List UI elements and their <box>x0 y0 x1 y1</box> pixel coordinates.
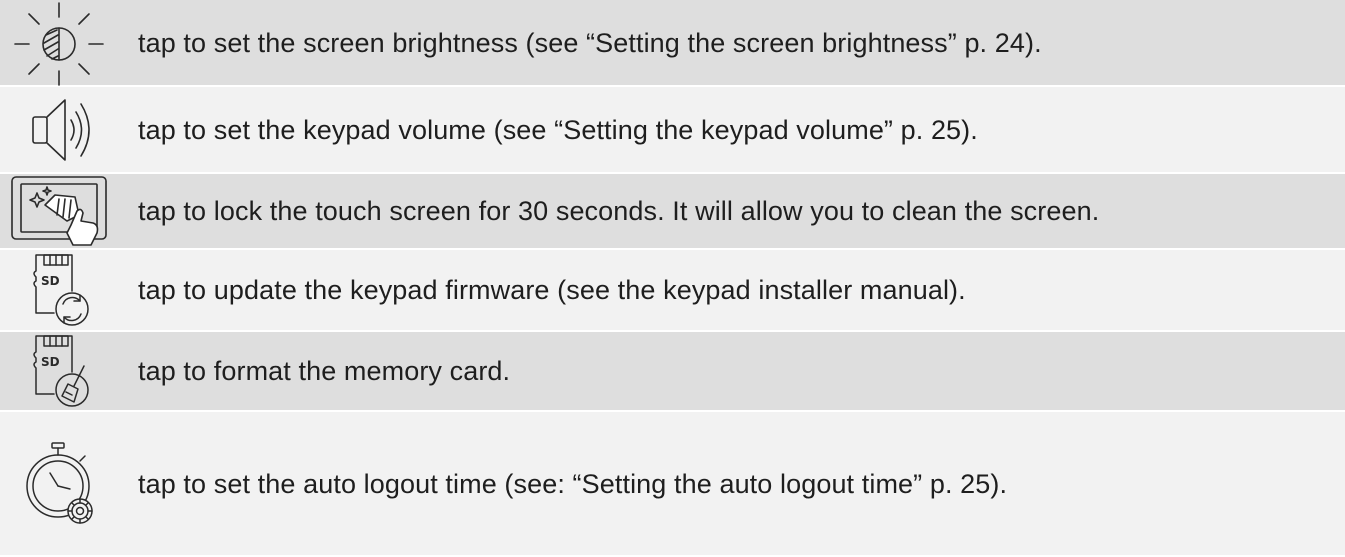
table-row: tap to set the keypad volume (see “Setti… <box>0 87 1345 174</box>
table-row: tap to set the screen brightness (see “S… <box>0 0 1345 87</box>
row-description: tap to lock the touch screen for 30 seco… <box>138 196 1100 226</box>
sd-card-format-icon: SD <box>0 332 118 410</box>
sd-card-label: SD <box>41 355 60 369</box>
row-description: tap to set the auto logout time (see: “S… <box>138 468 1008 499</box>
speaker-volume-icon <box>0 87 118 172</box>
sd-card-update-icon: SD <box>0 250 118 330</box>
row-description: tap to format the memory card. <box>138 356 511 386</box>
icon-description-table: tap to set the screen brightness (see “S… <box>0 0 1345 557</box>
table-row: SD tap to update the keypad firmware (se… <box>0 250 1345 332</box>
brightness-icon <box>0 0 118 86</box>
table-row: tap to set the auto logout time (see: “S… <box>0 412 1345 557</box>
sd-card-label: SD <box>41 274 60 288</box>
stopwatch-settings-icon <box>0 412 118 555</box>
screen-cleaning-icon <box>0 174 118 248</box>
table-row: tap to lock the touch screen for 30 seco… <box>0 174 1345 250</box>
row-description: tap to update the keypad firmware (see t… <box>138 275 966 305</box>
table-row: SD tap to format the memory card. <box>0 332 1345 412</box>
row-description: tap to set the keypad volume (see “Setti… <box>138 114 978 145</box>
row-description: tap to set the screen brightness (see “S… <box>138 27 1042 58</box>
